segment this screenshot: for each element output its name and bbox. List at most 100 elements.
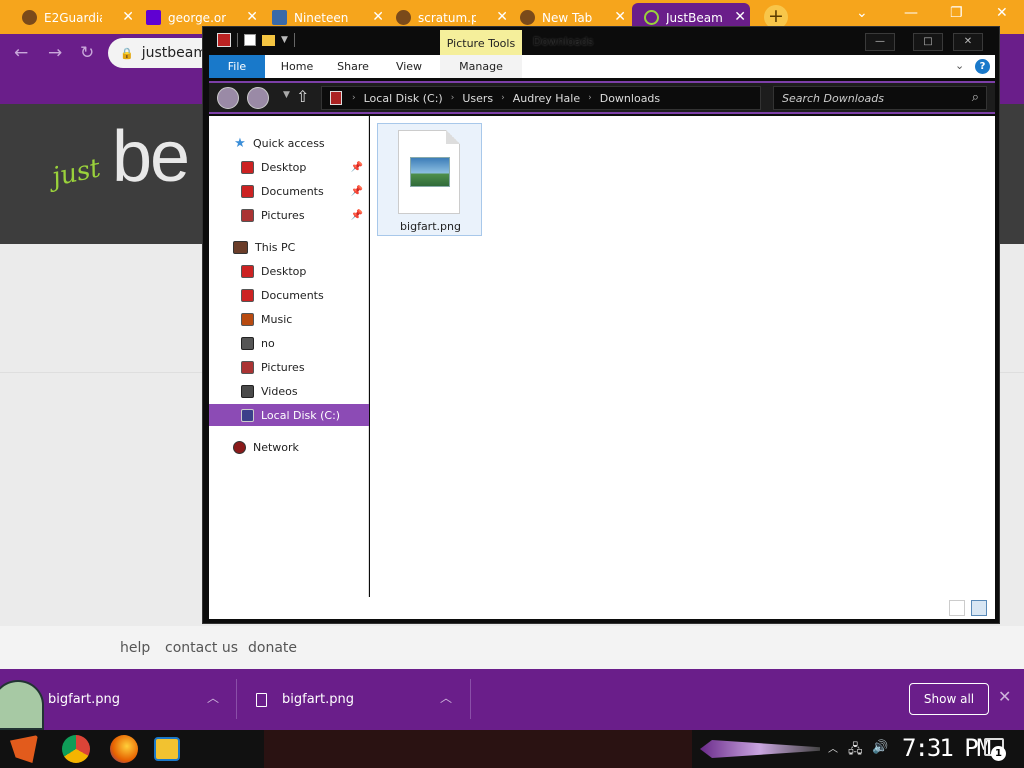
network-icon	[233, 440, 246, 454]
close-window-icon[interactable]: ✕	[996, 5, 1008, 21]
file-explorer-icon[interactable]	[154, 737, 180, 761]
breadcrumb-item[interactable]: Users	[462, 92, 493, 105]
nav-pc-local-disk[interactable]: Local Disk (C:)	[209, 404, 369, 426]
download-divider	[470, 679, 471, 719]
nav-pc-pictures[interactable]: Pictures	[209, 356, 369, 378]
forward-arrow-icon[interactable]	[247, 87, 269, 109]
close-icon[interactable]: ✕	[998, 687, 1011, 706]
navigation-pane: ★ Quick access Desktop 📌 Documents 📌 Pic…	[209, 116, 369, 619]
picture-tools-tab: Picture Tools	[440, 30, 522, 57]
maximize-icon[interactable]: ❐	[950, 5, 963, 21]
download-item[interactable]: bigfart.png	[256, 669, 354, 730]
breadcrumb-item[interactable]: Audrey Hale	[513, 92, 580, 105]
chevron-down-icon[interactable]: ▼	[281, 35, 288, 45]
file-tile[interactable]: bigfart.png	[377, 123, 482, 236]
maximize-icon[interactable]: □	[913, 33, 943, 51]
search-placeholder: Search Downloads	[782, 92, 884, 105]
back-arrow-icon[interactable]	[217, 87, 239, 109]
toolbar-divider	[293, 33, 295, 47]
search-icon[interactable]: ⌕	[972, 90, 979, 105]
nav-network[interactable]: Network	[209, 436, 369, 458]
folder-icon	[241, 336, 254, 350]
image-file-icon	[410, 157, 450, 187]
close-window-icon[interactable]: ✕	[953, 33, 983, 51]
nav-pc-desktop[interactable]: Desktop	[209, 260, 369, 282]
tab-manage[interactable]: Manage	[440, 55, 522, 78]
file-name: bigfart.png	[400, 220, 461, 233]
tab-search-icon[interactable]: ⌄	[856, 5, 868, 21]
recent-locations-icon[interactable]: ▼	[283, 90, 290, 100]
chevron-down-icon[interactable]: ⌄	[955, 59, 964, 72]
show-all-button[interactable]: Show all	[909, 683, 989, 715]
footer-link-donate[interactable]: donate	[248, 640, 297, 656]
close-icon[interactable]: ✕	[614, 9, 624, 25]
download-shelf: bigfart.png ︿ bigfart.png ︿ Show all ✕	[0, 669, 1024, 730]
chrome-icon	[520, 10, 535, 25]
quick-access-toolbar: ▼	[217, 33, 295, 47]
clock[interactable]: 7:31 PM	[902, 734, 991, 762]
properties-icon[interactable]	[244, 34, 256, 46]
close-icon[interactable]: ✕	[372, 9, 382, 25]
back-arrow-icon[interactable]: ←	[14, 43, 28, 63]
nav-quick-desktop[interactable]: Desktop 📌	[209, 156, 369, 178]
close-icon[interactable]: ✕	[496, 9, 506, 25]
nav-pc-no[interactable]: no	[209, 332, 369, 354]
minimize-icon[interactable]: —	[865, 33, 895, 51]
download-divider	[236, 679, 237, 719]
tab-e2guardian[interactable]: E2Guardia ✕	[22, 3, 132, 32]
breadcrumb-item[interactable]: Downloads	[600, 92, 660, 105]
tab-file[interactable]: File	[209, 55, 265, 78]
large-icons-view-icon[interactable]	[971, 600, 987, 616]
chevron-up-icon[interactable]: ︿	[828, 740, 838, 755]
breadcrumb[interactable]: › Local Disk (C:) › Users › Audrey Hale …	[321, 86, 761, 110]
details-view-icon[interactable]	[949, 600, 965, 616]
tab-home[interactable]: Home	[275, 55, 319, 78]
tab-view[interactable]: View	[389, 55, 429, 78]
reload-icon[interactable]: ↻	[80, 43, 94, 63]
taskbar: ︿ 🖧 🔊 7:31 PM 1	[0, 730, 1024, 768]
pictures-icon	[241, 360, 254, 374]
close-icon[interactable]: ✕	[122, 9, 132, 25]
file-list: bigfart.png	[370, 116, 995, 619]
chevron-up-icon[interactable]: ︿	[207, 689, 219, 706]
breadcrumb-item[interactable]: Local Disk (C:)	[364, 92, 443, 105]
page-footer: help contact us donate	[0, 626, 1024, 669]
footer-link-help[interactable]: help	[120, 640, 150, 656]
e2guardian-icon	[22, 10, 37, 25]
pin-icon[interactable]: 📌	[351, 186, 363, 197]
search-input[interactable]: Search Downloads ⌕	[773, 86, 987, 110]
mascot-image	[0, 680, 44, 730]
tab-share[interactable]: Share	[331, 55, 375, 78]
nav-quick-pictures[interactable]: Pictures 📌	[209, 204, 369, 226]
nav-pc-music[interactable]: Music	[209, 308, 369, 330]
forward-arrow-icon[interactable]: →	[48, 43, 62, 63]
chrome-icon[interactable]	[62, 735, 90, 763]
documents-icon	[241, 184, 254, 198]
chrome-icon	[396, 10, 411, 25]
nav-this-pc[interactable]: This PC	[209, 236, 369, 258]
videos-icon	[241, 384, 254, 398]
up-arrow-icon[interactable]: ⇧	[296, 87, 309, 106]
chevron-up-icon[interactable]: ︿	[440, 689, 452, 706]
minimize-icon[interactable]: —	[904, 5, 918, 21]
network-icon[interactable]: 🖧	[848, 740, 863, 762]
pin-icon[interactable]: 📌	[351, 162, 363, 173]
pin-icon[interactable]: 📌	[351, 210, 363, 221]
start-icon[interactable]	[10, 735, 38, 763]
logo-be-text: be	[112, 117, 190, 197]
nav-pc-documents[interactable]: Documents	[209, 284, 369, 306]
nav-quick-access[interactable]: ★ Quick access	[209, 132, 369, 154]
footer-link-contact[interactable]: contact us	[165, 640, 238, 656]
location-icon	[330, 91, 342, 105]
close-icon[interactable]: ✕	[734, 9, 746, 25]
volume-icon[interactable]: 🔊	[872, 740, 888, 755]
nav-quick-documents[interactable]: Documents 📌	[209, 180, 369, 202]
close-icon[interactable]: ✕	[246, 9, 256, 25]
nav-pc-videos[interactable]: Videos	[209, 380, 369, 402]
firefox-icon[interactable]	[110, 735, 138, 763]
documents-icon	[241, 288, 254, 302]
help-icon[interactable]: ?	[975, 59, 990, 74]
app-icon[interactable]	[217, 33, 231, 47]
new-folder-icon[interactable]	[262, 34, 275, 46]
music-icon	[241, 312, 254, 326]
